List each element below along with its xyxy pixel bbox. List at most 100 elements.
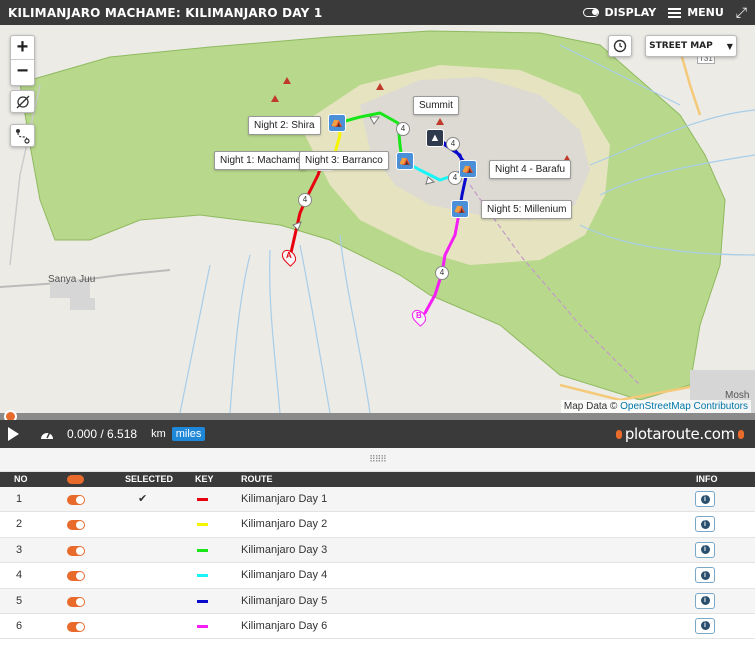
map-canvas: [0, 30, 755, 413]
route-path-icon: [15, 128, 30, 144]
unit-miles-button[interactable]: miles: [171, 427, 206, 441]
header-key: KEY: [195, 474, 214, 484]
info-button[interactable]: i: [695, 491, 715, 507]
table-row[interactable]: 6 Kilimanjaro Day 6 i: [0, 614, 755, 640]
checkmark-icon[interactable]: ✔: [138, 492, 147, 505]
info-button[interactable]: i: [695, 516, 715, 533]
menu-button[interactable]: MENU: [668, 6, 724, 19]
distance-marker: 4: [298, 193, 312, 207]
row-number: 4: [16, 569, 23, 582]
info-icon: i: [700, 621, 710, 631]
toggle-icon: [582, 8, 599, 17]
menu-label: MENU: [687, 6, 724, 19]
summit-label: Summit: [413, 96, 459, 115]
route-name[interactable]: Kilimanjaro Day 6: [241, 620, 327, 632]
route-name[interactable]: Kilimanjaro Day 4: [241, 569, 327, 581]
zoom-out-button[interactable]: −: [11, 60, 34, 84]
table-row[interactable]: 3 Kilimanjaro Day 3 i: [0, 537, 755, 564]
row-visibility-toggle[interactable]: [67, 495, 85, 505]
display-button[interactable]: DISPLAY: [582, 6, 657, 19]
distance-marker: 4: [396, 122, 410, 136]
info-button[interactable]: i: [695, 567, 715, 584]
play-icon[interactable]: [8, 427, 19, 441]
info-icon: i: [700, 494, 710, 504]
route-color-key: [197, 548, 208, 552]
row-number: 2: [16, 518, 23, 531]
table-row[interactable]: 5 Kilimanjaro Day 5 i: [0, 588, 755, 614]
info-icon: i: [700, 570, 710, 580]
campsite-icon[interactable]: ⛺: [459, 160, 477, 178]
route-color-key: [197, 599, 208, 603]
table-row[interactable]: 1 ✔ Kilimanjaro Day 1 i: [0, 487, 755, 513]
info-button[interactable]: i: [695, 541, 715, 558]
table-row[interactable]: 2 Kilimanjaro Day 2 i: [0, 512, 755, 538]
row-number: 1: [16, 493, 23, 505]
distance-marker: 4: [446, 137, 460, 151]
table-row[interactable]: 4 Kilimanjaro Day 4 i: [0, 563, 755, 589]
header-route: ROUTE: [241, 474, 273, 484]
speedometer-icon[interactable]: [39, 428, 55, 440]
route-name[interactable]: Kilimanjaro Day 3: [241, 544, 327, 556]
distance-readout: 0.000 / 6.518: [67, 427, 138, 441]
clock-icon: [613, 39, 627, 53]
info-icon: i: [700, 545, 710, 555]
place-label: Sanya Juu: [48, 274, 96, 285]
night4-label: Night 4 - Barafu: [489, 160, 572, 179]
route-color-key: [197, 523, 208, 527]
route-color-key: [197, 624, 208, 628]
zoom-in-button[interactable]: +: [11, 36, 34, 60]
night1-label: Night 1: Machame: [214, 151, 308, 170]
map-type-label: STREET MAP: [649, 41, 713, 51]
night2-label: Night 2: Shira: [248, 116, 321, 135]
locate-button[interactable]: [10, 90, 35, 113]
crosshair-icon: [16, 95, 29, 108]
row-number: 5: [16, 594, 23, 607]
caret-down-icon: ▼: [726, 41, 733, 51]
display-label: DISPLAY: [604, 6, 657, 19]
header-info: INFO: [696, 474, 718, 484]
campsite-icon[interactable]: ⛺: [328, 114, 346, 132]
progress-track[interactable]: [0, 410, 755, 423]
plotaroute-logo[interactable]: plotaroute.com: [613, 425, 747, 443]
table-header: NO SELECTED KEY ROUTE INFO: [0, 472, 755, 487]
history-button[interactable]: [608, 35, 632, 57]
info-icon: i: [700, 596, 710, 606]
player-bar: 0.000 / 6.518 km miles plotaroute.com: [0, 420, 755, 448]
summit-icon[interactable]: ▲: [426, 129, 444, 147]
header-no: NO: [14, 474, 28, 484]
map-view[interactable]: 4 4 4 4 4 A B ⛺ ⛺ ⛺ ⛺ ⛺ ▲ Sanya Juu Mosh…: [0, 25, 755, 413]
osm-link[interactable]: OpenStreetMap Contributors: [620, 401, 748, 412]
row-visibility-toggle[interactable]: [67, 571, 85, 582]
title-bar: KILIMANJARO MACHAME: KILIMANJARO DAY 1 D…: [0, 0, 755, 25]
end-marker-label: B: [416, 311, 422, 320]
header-toggle-all[interactable]: [67, 475, 84, 484]
panel-resize-handle[interactable]: ⠿⠿⠿: [0, 448, 755, 472]
routes-table: NO SELECTED KEY ROUTE INFO 1 ✔ Kilimanjaro…: [0, 472, 755, 640]
row-visibility-toggle[interactable]: [67, 545, 85, 556]
logo-pin-icon: [615, 429, 622, 439]
route-name[interactable]: Kilimanjaro Day 1: [241, 493, 327, 505]
campsite-icon[interactable]: ⛺: [451, 200, 469, 218]
route-name[interactable]: Kilimanjaro Day 2: [241, 518, 327, 530]
row-visibility-toggle[interactable]: [67, 596, 85, 607]
info-button[interactable]: i: [695, 617, 715, 634]
night3-label: Night 3: Barranco: [299, 151, 389, 170]
route-color-key: [197, 574, 208, 578]
night5-label: Night 5: Millenium: [481, 200, 573, 219]
distance-marker: 4: [435, 266, 449, 280]
fullscreen-icon[interactable]: ⤢: [736, 4, 747, 21]
start-marker-label: A: [286, 251, 292, 260]
info-icon: i: [700, 519, 710, 529]
unit-km-button[interactable]: km: [151, 428, 166, 440]
logo-text: plotaroute.com: [624, 425, 735, 443]
hamburger-icon: [668, 7, 682, 18]
row-visibility-toggle[interactable]: [67, 520, 85, 531]
route-tool-button[interactable]: [10, 124, 35, 147]
route-name[interactable]: Kilimanjaro Day 5: [241, 595, 327, 607]
info-button[interactable]: i: [695, 592, 715, 609]
page-title: KILIMANJARO MACHAME: KILIMANJARO DAY 1: [8, 5, 323, 20]
row-visibility-toggle[interactable]: [67, 621, 85, 632]
campsite-icon[interactable]: ⛺: [396, 152, 414, 170]
map-type-select[interactable]: STREET MAP ▼: [645, 35, 737, 57]
map-attribution: Map Data © OpenStreetMap Contributors: [560, 400, 751, 413]
